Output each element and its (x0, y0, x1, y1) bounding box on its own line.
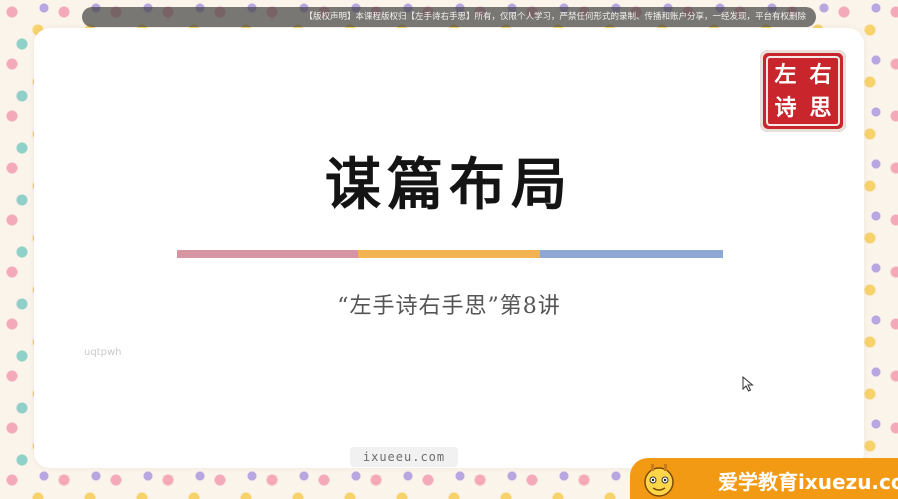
seal-char-2: 右 (809, 61, 832, 88)
seal-char-4: 思 (809, 94, 832, 121)
copyright-notice-bar: 【版权声明】本课程版权归【左手诗右手思】所有，仅限个人学习，严禁任何形式的录制、… (82, 7, 816, 27)
giraffe-mascot-icon (644, 464, 674, 497)
slide-title: 谋篇布局 (325, 152, 573, 218)
site-badge: 爱学教育ixuezu.com (630, 458, 898, 499)
seal-char-1: 左 (774, 61, 797, 88)
user-watermark: uqtpwh (84, 347, 122, 358)
mouse-cursor-icon (742, 376, 754, 392)
color-stripe-pink (177, 250, 358, 258)
seal-stamp-icon: 左 右 诗 思 (760, 50, 846, 132)
site-badge-text[interactable]: 爱学教育ixuezu.com (718, 466, 898, 495)
slide-canvas (34, 28, 864, 468)
seal-char-3: 诗 (774, 94, 797, 121)
site-watermark: ixueeu.com (350, 447, 458, 467)
color-stripe-orange (358, 250, 540, 258)
slide-subtitle: “左手诗右手思”第8讲 (337, 294, 561, 319)
color-stripe-blue (540, 250, 723, 258)
